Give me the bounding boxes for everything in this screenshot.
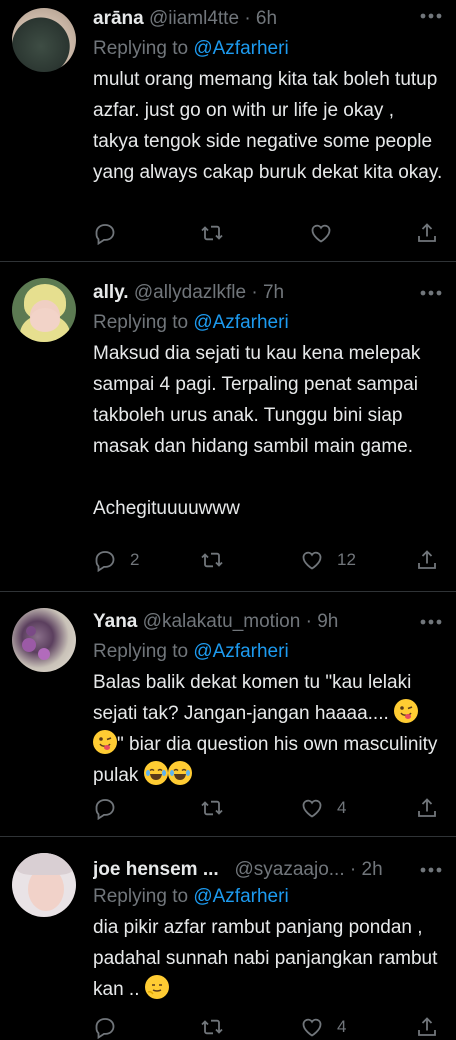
tweet-text: mulut orang memang kita tak boleh tutup … <box>93 69 443 183</box>
replying-to: Replying to @Azfarheri <box>93 310 289 336</box>
like-icon <box>311 224 331 243</box>
retweet-icon <box>201 552 223 568</box>
tweet-header: Yana @kalakatu_motion · 9h <box>93 609 416 635</box>
display-name[interactable]: ally. <box>93 282 129 303</box>
tears-of-joy-emoji <box>167 761 192 785</box>
display-name[interactable]: arāna <box>93 8 144 29</box>
share-icon <box>418 550 436 569</box>
reply-icon <box>95 224 115 245</box>
timestamp[interactable]: 2h <box>362 859 383 880</box>
tweet-header: joe hensem ... @syazaajo... · 2h <box>93 857 416 883</box>
like-button[interactable]: 12 <box>300 547 356 573</box>
retweet-icon <box>201 800 223 816</box>
like-count: 4 <box>337 798 347 817</box>
reply-icon <box>95 551 115 572</box>
like-button[interactable] <box>309 220 346 246</box>
replying-to-mention[interactable]: @Azfarheri <box>193 641 288 662</box>
replying-to-mention[interactable]: @Azfarheri <box>193 886 288 907</box>
reply-icon <box>95 1018 115 1039</box>
avatar[interactable] <box>12 608 76 672</box>
share-icon <box>418 798 436 817</box>
tweet-actions <box>93 220 443 246</box>
tweet-actions: 2 12 <box>93 547 443 573</box>
reply-button[interactable] <box>93 220 130 246</box>
tweet[interactable]: Yana @kalakatu_motion · 9h Replying to @… <box>0 592 456 837</box>
more-icon[interactable] <box>420 290 442 296</box>
retweet-button[interactable] <box>200 795 237 821</box>
retweet-button[interactable] <box>200 220 237 246</box>
replying-to-label: Replying to <box>93 312 189 333</box>
like-icon <box>302 551 322 570</box>
separator-dot: · <box>251 282 258 303</box>
share-icon <box>418 223 436 242</box>
like-count: 12 <box>337 550 356 569</box>
reply-button[interactable]: 2 <box>93 547 139 573</box>
tweet-text: dia pikir azfar rambut panjang pondan , … <box>93 912 443 1005</box>
tweet-text-part: Balas balik dekat komen tu "kau lelaki s… <box>93 672 412 724</box>
timestamp[interactable]: 9h <box>317 611 338 632</box>
smile-emoji <box>144 975 169 999</box>
tweet-actions: 4 <box>93 1014 443 1040</box>
user-handle[interactable]: @kalakatu_motion <box>143 611 301 632</box>
replying-to-label: Replying to <box>93 886 189 907</box>
tweet-text: Maksud dia sejati tu kau kena melepak sa… <box>93 343 421 519</box>
tweet[interactable]: arāna @iiaml4tte · 6h Replying to @Azfar… <box>0 0 456 262</box>
tweet-header: ally. @allydazlkfle · 7h <box>93 280 416 306</box>
reply-button[interactable] <box>93 795 130 821</box>
wink-tongue-emoji <box>93 730 117 754</box>
retweet-button[interactable] <box>200 547 237 573</box>
retweet-icon <box>201 1019 223 1035</box>
display-name[interactable]: joe hensem ... <box>93 859 219 880</box>
timestamp[interactable]: 7h <box>263 282 284 303</box>
like-button[interactable]: 4 <box>300 1014 346 1040</box>
separator-dot: · <box>305 611 312 632</box>
separator-dot: · <box>349 859 357 880</box>
reply-count: 2 <box>130 550 140 569</box>
tweet-text: Balas balik dekat komen tu "kau lelaki s… <box>93 667 443 791</box>
replying-to: Replying to @Azfarheri <box>93 36 289 62</box>
user-handle[interactable]: @iiaml4tte <box>149 8 239 29</box>
user-handle[interactable]: @syazaajo... <box>235 859 345 880</box>
tears-of-joy-emoji <box>143 761 168 785</box>
more-icon[interactable] <box>420 13 442 19</box>
replying-to: Replying to @Azfarheri <box>93 884 289 910</box>
timestamp[interactable]: 6h <box>256 8 277 29</box>
reply-button[interactable] <box>93 1014 130 1040</box>
tweet-actions: 4 <box>93 795 443 821</box>
replying-to: Replying to @Azfarheri <box>93 639 289 665</box>
display-name[interactable]: Yana <box>93 611 137 632</box>
tweet-header: arāna @iiaml4tte · 6h <box>93 6 416 32</box>
replying-to-label: Replying to <box>93 38 189 59</box>
avatar[interactable] <box>12 853 76 917</box>
user-handle[interactable]: @allydazlkfle <box>134 282 246 303</box>
replying-to-label: Replying to <box>93 641 189 662</box>
separator-dot: · <box>244 8 251 29</box>
more-icon[interactable] <box>420 867 442 873</box>
avatar[interactable] <box>12 8 76 72</box>
replying-to-mention[interactable]: @Azfarheri <box>193 312 288 333</box>
share-button[interactable] <box>415 1014 439 1040</box>
retweet-button[interactable] <box>200 1014 237 1040</box>
reply-icon <box>95 799 115 820</box>
tweet[interactable]: joe hensem ... @syazaajo... · 2h Replyin… <box>0 837 456 1040</box>
like-icon <box>302 1018 322 1037</box>
share-button[interactable] <box>415 220 439 246</box>
share-button[interactable] <box>415 547 439 573</box>
more-icon[interactable] <box>420 619 442 625</box>
like-icon <box>302 799 322 818</box>
wink-tongue-emoji <box>394 699 419 723</box>
tweet[interactable]: ally. @allydazlkfle · 7h Replying to @Az… <box>0 262 456 592</box>
like-button[interactable]: 4 <box>300 795 346 821</box>
share-icon <box>418 1017 436 1036</box>
like-count: 4 <box>337 1017 347 1036</box>
share-button[interactable] <box>415 795 439 821</box>
avatar[interactable] <box>12 278 76 342</box>
retweet-icon <box>201 225 223 241</box>
replying-to-mention[interactable]: @Azfarheri <box>193 38 288 59</box>
